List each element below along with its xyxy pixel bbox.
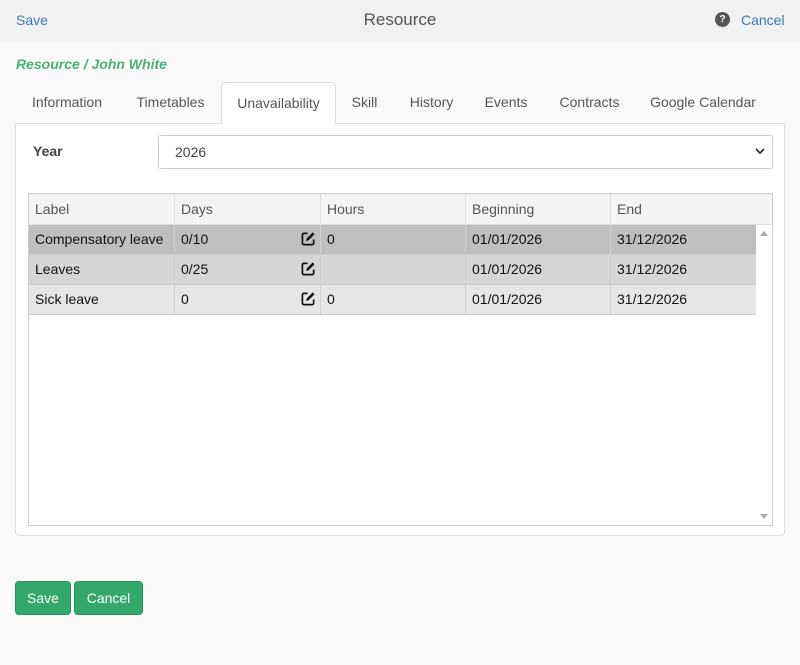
column-header-days[interactable]: Days: [175, 194, 321, 224]
grid-body: Compensatory leave 0/10 0 01/01/2026 31/…: [29, 225, 756, 525]
cell-label: Compensatory leave: [29, 225, 175, 254]
year-label: Year: [33, 143, 63, 159]
tab-google-calendar[interactable]: Google Calendar: [637, 82, 769, 124]
header-cancel-button[interactable]: Cancel: [741, 12, 785, 28]
cell-beginning: 01/01/2026: [466, 225, 611, 254]
help-icon[interactable]: ?: [715, 12, 730, 27]
cancel-button[interactable]: Cancel: [74, 581, 143, 615]
cell-days: 0/10: [175, 225, 321, 254]
table-row[interactable]: Compensatory leave 0/10 0 01/01/2026 31/…: [29, 225, 756, 255]
cell-beginning: 01/01/2026: [466, 285, 611, 314]
cell-hours: [321, 255, 466, 284]
column-header-end[interactable]: End: [611, 194, 772, 224]
column-header-label[interactable]: Label: [29, 194, 175, 224]
cell-days-value: 0: [181, 291, 189, 307]
cell-end: 31/12/2026: [617, 231, 688, 247]
grid-scrollbar[interactable]: [756, 225, 772, 525]
cell-hours: 0: [321, 225, 466, 254]
cell-days-value: 0/25: [181, 261, 209, 277]
breadcrumb: Resource / John White: [16, 56, 167, 72]
unavailability-panel: Year 2026 Label Days Hours Beginning End…: [15, 123, 785, 536]
table-row[interactable]: Leaves 0/25 01/01/2026 31/12/2026: [29, 255, 756, 285]
tab-bar: Information Timetables Unavailability Sk…: [15, 82, 785, 124]
top-bar: Save Resource ? Cancel: [0, 0, 800, 42]
cell-beginning: 01/01/2026: [466, 255, 611, 284]
page-title: Resource: [363, 10, 437, 29]
edit-icon[interactable]: [301, 291, 316, 306]
cell-label: Sick leave: [29, 285, 175, 314]
column-header-beginning[interactable]: Beginning: [466, 194, 611, 224]
unavailability-grid: Label Days Hours Beginning End Compensat…: [28, 193, 773, 526]
year-select[interactable]: 2026: [158, 135, 773, 169]
scroll-up-arrow-icon[interactable]: [760, 231, 768, 236]
tab-events[interactable]: Events: [470, 82, 542, 124]
cell-days-value: 0/10: [181, 231, 209, 247]
cell-end: 31/12/2026: [617, 261, 688, 277]
edit-icon[interactable]: [301, 231, 316, 246]
cell-days: 0: [175, 285, 321, 314]
edit-icon[interactable]: [301, 261, 316, 276]
tab-unavailability[interactable]: Unavailability: [221, 82, 336, 124]
scroll-down-arrow-icon[interactable]: [760, 514, 768, 519]
cell-end: 31/12/2026: [617, 291, 688, 307]
tab-history[interactable]: History: [393, 82, 470, 124]
grid-header: Label Days Hours Beginning End: [29, 194, 772, 225]
tab-information[interactable]: Information: [15, 82, 119, 124]
cell-hours: 0: [321, 285, 466, 314]
table-row[interactable]: Sick leave 0 0 01/01/2026 31/12/2026: [29, 285, 756, 315]
tab-skill[interactable]: Skill: [336, 82, 393, 124]
column-header-hours[interactable]: Hours: [321, 194, 466, 224]
tab-timetables[interactable]: Timetables: [119, 82, 222, 124]
save-button[interactable]: Save: [15, 581, 71, 615]
year-select-value: 2026: [175, 144, 207, 160]
chevron-down-icon: [755, 148, 765, 155]
cell-label: Leaves: [29, 255, 175, 284]
tab-contracts[interactable]: Contracts: [542, 82, 637, 124]
cell-days: 0/25: [175, 255, 321, 284]
